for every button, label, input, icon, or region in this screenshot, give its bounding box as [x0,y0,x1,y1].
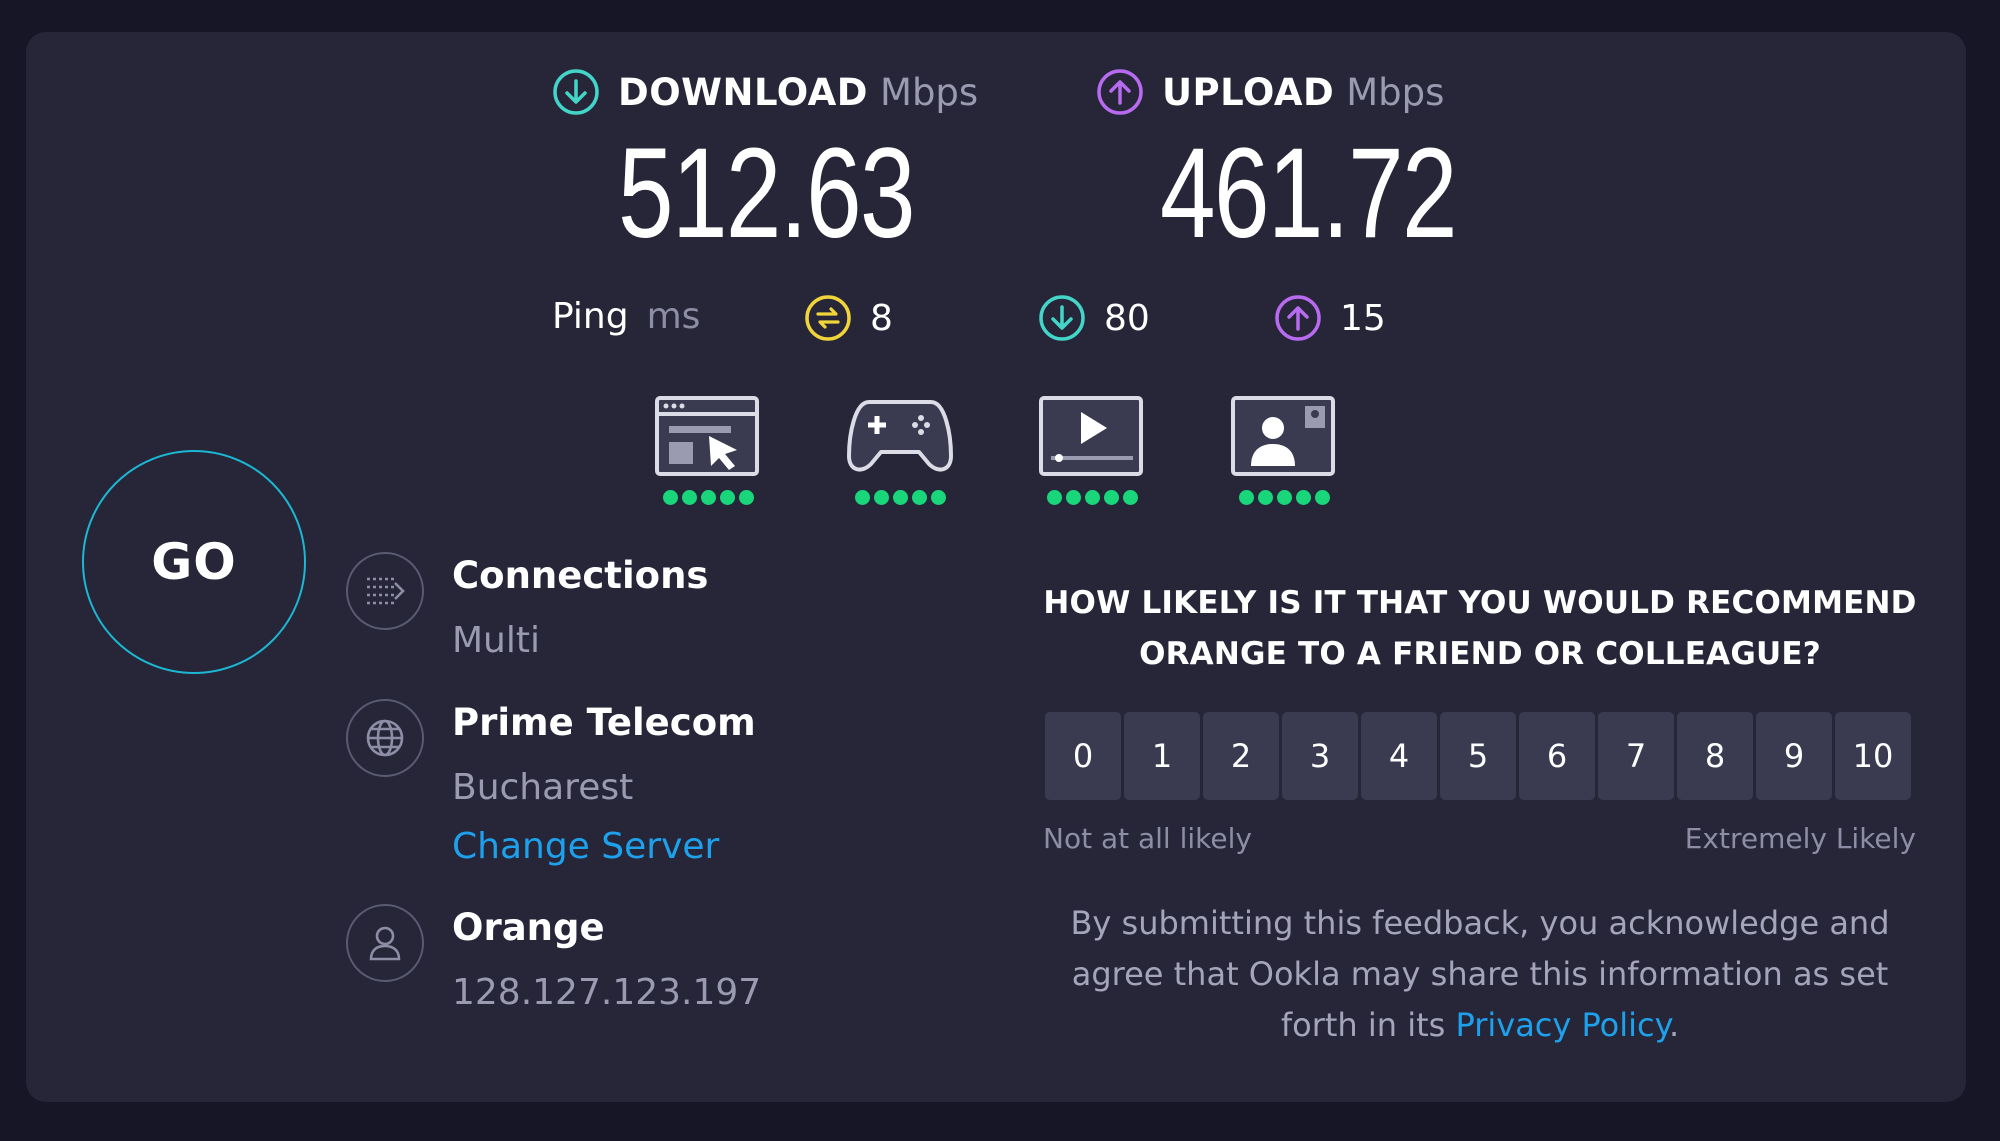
ping-title: Ping [552,296,629,337]
connections-title: Connections [452,554,709,597]
download-value: 512.63 [618,122,916,265]
rating-option-2[interactable]: 2 [1203,712,1279,800]
ping-label: Ping ms [552,296,700,337]
rating-option-3[interactable]: 3 [1282,712,1358,800]
ping-upload-icon [1274,294,1322,342]
ping-unit: ms [646,296,701,337]
scale-high-label: Extremely Likely [1684,822,1916,855]
rating-dots [1229,490,1339,505]
consent-text: By submitting this feedback, you acknowl… [1040,898,1920,1051]
connections-mode: Multi [452,620,540,661]
rating-option-6[interactable]: 6 [1519,712,1595,800]
go-button[interactable]: GO [82,450,306,674]
ping-idle-icon [804,294,852,342]
rating-option-5[interactable]: 5 [1440,712,1516,800]
rating-option-10[interactable]: 10 [1835,712,1911,800]
upload-arrow-icon [1096,68,1144,116]
rating-scale: 0 1 2 3 4 5 6 7 8 9 10 [1045,712,1911,800]
consent-line3-prefix: forth in its [1280,1006,1446,1044]
rating-option-8[interactable]: 8 [1677,712,1753,800]
web-browsing-icon [653,394,763,482]
ping-download: 80 [1038,294,1150,342]
video-call-icon [1229,394,1339,482]
gaming-controller-icon [845,394,955,482]
ping-download-icon [1038,294,1086,342]
usecase-web-browsing [653,394,763,505]
consent-line1: By submitting this feedback, you acknowl… [1070,904,1890,942]
rating-dots [653,490,763,505]
usecase-video-streaming [1037,394,1147,505]
download-label: DOWNLOAD [618,70,869,114]
rating-dots [845,490,955,505]
consent-line3: forth in its Privacy Policy. [1040,1000,1920,1051]
provider-name: Orange [452,906,605,949]
server-name: Prime Telecom [452,701,756,744]
download-arrow-icon [552,68,600,116]
ip-address: 128.127.123.197 [452,972,762,1013]
server-location: Bucharest [452,767,634,808]
upload-label: UPLOAD [1162,70,1335,114]
rating-option-4[interactable]: 4 [1361,712,1437,800]
usecase-gaming [845,394,955,505]
rating-option-7[interactable]: 7 [1598,712,1674,800]
upload-header: UPLOAD Mbps [1096,68,1444,116]
download-header: DOWNLOAD Mbps [552,68,978,116]
user-icon [346,904,424,982]
change-server-link[interactable]: Change Server [452,826,719,867]
rating-option-9[interactable]: 9 [1756,712,1832,800]
survey-question-line2: ORANGE TO A FRIEND OR COLLEAGUE? [1139,636,1821,672]
ping-download-value: 80 [1104,297,1150,339]
consent-line3-suffix: . [1668,1006,1680,1044]
download-unit: Mbps [880,70,979,114]
ping-idle-value: 8 [870,297,893,339]
upload-unit: Mbps [1346,70,1445,114]
usecase-video-call [1229,394,1339,505]
rating-option-0[interactable]: 0 [1045,712,1121,800]
rating-dots [1037,490,1147,505]
ping-idle: 8 [804,294,893,342]
rating-option-1[interactable]: 1 [1124,712,1200,800]
survey-question: HOW LIKELY IS IT THAT YOU WOULD RECOMMEN… [1020,578,1940,680]
privacy-policy-link[interactable]: Privacy Policy [1455,1006,1669,1044]
globe-icon [346,699,424,777]
video-streaming-icon [1037,394,1147,482]
consent-line2: agree that Ookla may share this informat… [1071,955,1889,993]
scale-low-label: Not at all likely [1043,822,1252,855]
connections-icon [346,552,424,630]
upload-value: 461.72 [1160,122,1458,265]
ping-upload-value: 15 [1340,297,1386,339]
ping-upload: 15 [1274,294,1386,342]
survey-question-line1: HOW LIKELY IS IT THAT YOU WOULD RECOMMEN… [1043,585,1917,621]
